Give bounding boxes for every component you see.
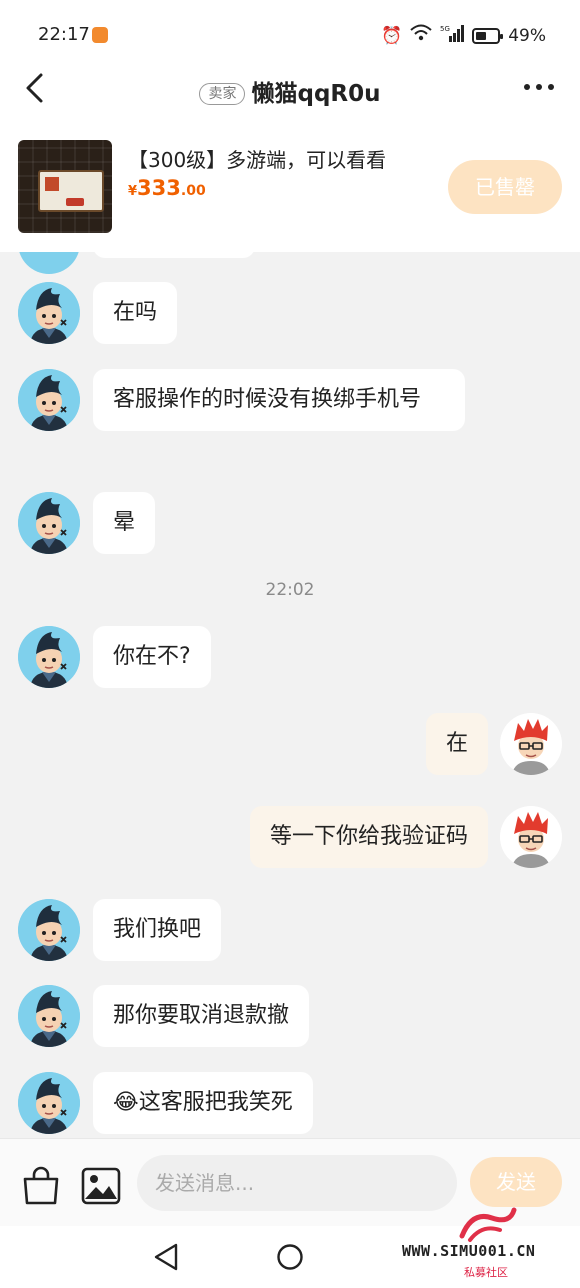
watermark-subtext: 私募社区 [464, 1266, 508, 1279]
more-options-button[interactable] [524, 84, 554, 90]
status-time: 22:17 [38, 24, 90, 45]
chat-messages: 在吗 客服操作的时候没有换绑手机号 晕 22:02 你在不? 在 等一下你给我验… [0, 252, 580, 1138]
watermark-text: WWW.SIMU001.CN [402, 1242, 536, 1260]
my-avatar[interactable] [500, 806, 562, 868]
my-message-bubble: 在 [425, 713, 488, 775]
signal-icon: 5G [440, 24, 465, 47]
system-home-icon[interactable] [276, 1243, 304, 1271]
alarm-icon: ⏰ [381, 25, 403, 46]
message-timestamp: 22:02 [265, 580, 315, 600]
message-bubble: 我们换吧 [93, 899, 222, 961]
message-bubble: 在吗 [93, 282, 178, 344]
seller-avatar[interactable] [18, 282, 80, 344]
product-title: 【300级】多游端，可以看看 [128, 148, 387, 172]
message-bubble: 😂这客服把我笑死 [93, 1072, 313, 1134]
network-type-label: 5G [440, 25, 450, 33]
price-integer: 333 [137, 176, 181, 200]
seller-avatar[interactable] [18, 985, 80, 1047]
seller-name: 懒猫qqR0u [251, 81, 381, 107]
system-back-icon[interactable] [152, 1242, 180, 1272]
seller-tag: 卖家 [199, 83, 246, 105]
chat-header: 卖家 懒猫qqR0u [0, 60, 580, 120]
my-avatar[interactable] [500, 713, 562, 775]
battery-percent: 49% [508, 25, 546, 46]
seller-avatar[interactable] [18, 1072, 80, 1134]
battery-icon [472, 27, 504, 44]
watermark-logo-icon [459, 1207, 517, 1242]
seller-avatar-icon [18, 626, 80, 688]
shopping-bag-icon [23, 1166, 59, 1205]
send-button[interactable]: 发送 [470, 1157, 562, 1207]
seller-avatar-icon [18, 1072, 80, 1134]
seller-avatar-icon [18, 985, 80, 1047]
chat-title: 卖家 懒猫qqR0u [0, 74, 580, 108]
my-message-bubble: 等一下你给我验证码 [249, 806, 488, 868]
image-icon [81, 1167, 121, 1205]
price-currency: ¥ [128, 184, 138, 199]
seller-avatar-icon [18, 369, 80, 431]
seller-avatar[interactable] [18, 369, 80, 431]
my-avatar-icon [500, 806, 562, 868]
battery-fill [476, 31, 487, 40]
price-decimal: .00 [180, 183, 206, 199]
message-bubble: 客服操作的时候没有换绑手机号 [93, 369, 465, 431]
message-bubble: 晕 [93, 492, 156, 554]
product-thumbnail[interactable] [18, 140, 112, 233]
seller-avatar[interactable] [18, 252, 80, 274]
my-avatar-icon [500, 713, 562, 775]
status-icons: ⏰ 5G 49% [381, 24, 546, 47]
message-bubble: 那你要取消退款撤 [93, 985, 310, 1047]
message-bubble: 你在不? [93, 626, 211, 688]
message-input[interactable] [137, 1155, 457, 1211]
shopping-bag-button[interactable] [20, 1165, 60, 1205]
seller-avatar-icon [18, 282, 80, 344]
seller-avatar-icon [18, 899, 80, 961]
seller-avatar[interactable] [18, 899, 80, 961]
seller-avatar[interactable] [18, 626, 80, 688]
more-dot-icon [524, 84, 530, 90]
more-dot-icon [548, 84, 554, 90]
more-dot-icon [536, 84, 542, 90]
message-bubble-clipped [93, 252, 255, 258]
seller-avatar[interactable] [18, 492, 80, 554]
sold-out-button[interactable]: 已售罄 [448, 160, 562, 214]
watermark: WWW.SIMU001.CN 私募社区 [400, 1206, 574, 1286]
app-notification-icon [92, 27, 108, 43]
image-picker-button[interactable] [80, 1165, 121, 1205]
product-card[interactable]: 【300级】多游端，可以看看 ¥333.00 已售罄 [0, 120, 580, 252]
wifi-icon [410, 24, 432, 47]
seller-avatar-icon [18, 492, 80, 554]
product-price: ¥333.00 [128, 176, 206, 200]
